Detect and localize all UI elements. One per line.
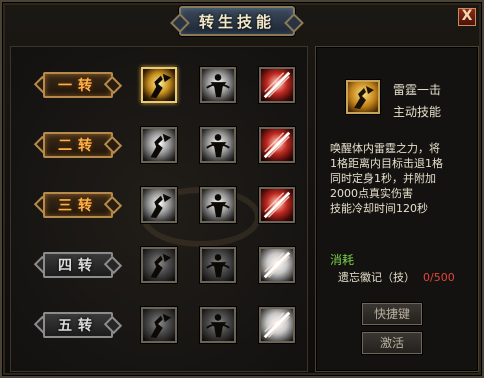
skill-description: 唤醒体内雷霆之力，将 1格距离内目标击退1格 同时定身1秒，并附加 2000点真… <box>330 141 476 216</box>
hotkey-button[interactable]: 快捷键 <box>362 303 422 325</box>
thunder-strike-icon <box>348 82 378 112</box>
cost-count: 0/500 <box>423 271 455 284</box>
spin-stance-icon <box>202 129 234 161</box>
skill-slot[interactable] <box>200 127 236 163</box>
skill-slot[interactable] <box>259 127 295 163</box>
window-title: 转生技能 <box>198 12 275 31</box>
selected-skill-icon <box>346 80 380 114</box>
skill-slot[interactable] <box>200 67 236 103</box>
spin-stance-icon <box>202 189 234 221</box>
tier-row: 五转 <box>33 303 307 347</box>
slash-burst-icon <box>261 309 293 341</box>
tier-label: 三转 <box>58 198 98 214</box>
tier-label: 五转 <box>58 318 98 334</box>
skill-slot[interactable] <box>259 247 295 283</box>
skill-slot[interactable] <box>141 67 177 103</box>
cost-item-name: 遗忘徽记（技） <box>338 271 415 284</box>
tier-row: 三转 <box>33 183 307 227</box>
spin-stance-icon <box>202 249 234 281</box>
skill-slot[interactable] <box>200 187 236 223</box>
cost-label: 消耗 <box>330 253 355 267</box>
title-plate: 转生技能 <box>179 6 295 36</box>
tier-badge[interactable]: 一转 <box>33 70 123 100</box>
cost-line: 遗忘徽记（技） 0/500 <box>338 269 455 285</box>
skill-slot[interactable] <box>259 307 295 343</box>
tier-badge[interactable]: 五转 <box>33 310 123 340</box>
skill-type: 主动技能 <box>393 105 442 119</box>
tier-badge[interactable]: 三转 <box>33 190 123 220</box>
tier-row: 四转 <box>33 243 307 287</box>
skill-slot[interactable] <box>141 187 177 223</box>
skill-slot[interactable] <box>200 247 236 283</box>
description-line: 技能冷却时间120秒 <box>330 202 428 215</box>
tier-label: 一转 <box>58 78 98 94</box>
tier-badge[interactable]: 四转 <box>33 250 123 280</box>
thunder-strike-icon <box>143 69 175 101</box>
tier-label: 四转 <box>58 258 98 274</box>
thunder-strike-icon <box>143 189 175 221</box>
spin-stance-icon <box>202 69 234 101</box>
skill-slot[interactable] <box>200 307 236 343</box>
tier-row: 一转 <box>33 63 307 107</box>
skill-slot[interactable] <box>259 67 295 103</box>
slash-burst-icon <box>261 249 293 281</box>
description-line: 2000点真实伤害 <box>330 187 413 200</box>
skill-detail-panel: 雷霆一击 主动技能 唤醒体内雷霆之力，将 1格距离内目标击退1格 同时定身1秒，… <box>315 46 479 372</box>
close-button[interactable]: X <box>458 8 476 26</box>
tier-label: 二转 <box>58 138 98 154</box>
skill-window: 转生技能 X 一转二转三转四转五转 雷霆一击 主动技能 唤醒体内雷霆之力，将 1… <box>0 0 484 378</box>
activate-button[interactable]: 激活 <box>362 332 422 354</box>
skill-slot[interactable] <box>259 187 295 223</box>
slash-burst-icon <box>261 129 293 161</box>
description-line: 同时定身1秒，并附加 <box>330 172 436 185</box>
skill-slot[interactable] <box>141 247 177 283</box>
skill-slot[interactable] <box>141 127 177 163</box>
slash-burst-icon <box>261 69 293 101</box>
thunder-strike-icon <box>143 129 175 161</box>
tier-row: 二转 <box>33 123 307 167</box>
description-line: 唤醒体内雷霆之力，将 <box>330 142 440 155</box>
skill-slot[interactable] <box>141 307 177 343</box>
tier-list-panel: 一转二转三转四转五转 <box>10 46 308 372</box>
thunder-strike-icon <box>143 249 175 281</box>
tier-badge[interactable]: 二转 <box>33 130 123 160</box>
thunder-strike-icon <box>143 309 175 341</box>
spin-stance-icon <box>202 309 234 341</box>
skill-name: 雷霆一击 <box>393 83 442 97</box>
slash-burst-icon <box>261 189 293 221</box>
description-line: 1格距离内目标击退1格 <box>330 157 443 170</box>
